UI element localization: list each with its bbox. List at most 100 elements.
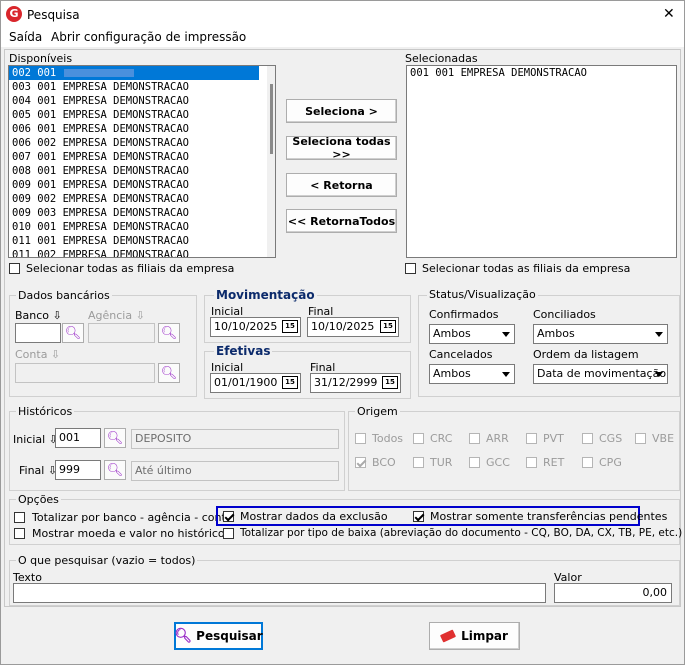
mostrar-transferencias-checkbox[interactable] [413, 511, 424, 522]
disponiveis-todas-filiais-checkbox[interactable] [9, 263, 20, 274]
list-item[interactable]: 005 001 EMPRESA DEMONSTRACAO [9, 108, 275, 122]
list-item[interactable]: 011 001 EMPRESA DEMONSTRACAO [9, 234, 275, 248]
menu-saida[interactable]: Saída [9, 30, 42, 44]
mostrar-exclusao-label: Mostrar dados da exclusão [240, 510, 388, 523]
historico-inicial-label: Inicial ⇩ [13, 433, 58, 446]
list-item[interactable]: 006 002 EMPRESA DEMONSTRACAO [9, 136, 275, 150]
calendar-icon[interactable]: 15 [380, 320, 396, 333]
historico-inicial-code[interactable]: 001 [55, 428, 101, 448]
historico-final-code[interactable]: 999 [55, 460, 101, 480]
origem-vbe-checkbox[interactable] [635, 433, 646, 444]
totalizar-baixa-label: Totalizar por tipo de baixa (abreviação … [240, 527, 683, 539]
redacted-text [64, 69, 135, 77]
chevron-down-icon [502, 332, 510, 337]
pesquisar-button[interactable]: 🔍︎ Pesquisar [174, 622, 263, 650]
origem-cpg-checkbox[interactable] [582, 457, 593, 468]
chevron-down-icon [655, 372, 663, 377]
historico-final-label: Final ⇩ [19, 464, 58, 477]
calendar-icon[interactable]: 15 [382, 376, 398, 389]
list-scrollbar-thumb[interactable] [270, 84, 273, 154]
seleciona-button[interactable]: Seleciona > [286, 99, 397, 123]
chevron-down-icon [655, 332, 663, 337]
agencia-input[interactable] [88, 323, 155, 343]
origem-crc-label: CRC [430, 432, 453, 445]
origem-tur-checkbox[interactable] [413, 457, 424, 468]
seleciona-todas-button[interactable]: Seleciona todas >> [286, 135, 397, 161]
movimentacao-title: Movimentação [214, 288, 317, 302]
mostrar-exclusao-checkbox[interactable] [223, 511, 234, 522]
ordem-label: Ordem da listagem [533, 348, 639, 361]
list-item[interactable]: 006 001 EMPRESA DEMONSTRACAO [9, 122, 275, 136]
origem-crc-checkbox[interactable] [413, 433, 424, 444]
search-icon: 🔍︎ [160, 325, 178, 341]
list-item[interactable]: 011 002 EMPRESA DEMONSTRACAO [9, 248, 275, 257]
list-item[interactable]: 007 001 EMPRESA DEMONSTRACAO [9, 150, 275, 164]
conta-search-button[interactable]: 🔍︎ [158, 363, 180, 383]
list-item[interactable]: 001 001 EMPRESA DEMONSTRACAO [407, 66, 676, 80]
texto-input[interactable] [13, 583, 546, 603]
menu-abrir-configuracao[interactable]: Abrir configuração de impressão [51, 30, 246, 44]
list-item[interactable]: 009 001 EMPRESA DEMONSTRACAO [9, 178, 275, 192]
confirmados-label: Confirmados [429, 308, 499, 321]
confirmados-select[interactable]: Ambos [429, 324, 515, 344]
totalizar-baixa-checkbox[interactable] [223, 528, 234, 539]
conta-label: Conta ⇩ [15, 348, 61, 361]
disponiveis-label: Disponíveis [9, 52, 73, 65]
agencia-label: Agência ⇩ [88, 309, 145, 322]
totalizar-banco-checkbox[interactable] [14, 512, 25, 523]
search-icon: 🔍︎ [106, 462, 124, 478]
historico-inicial-search-button[interactable]: 🔍︎ [104, 428, 126, 448]
list-item[interactable]: 002 001 [9, 66, 259, 80]
list-item[interactable]: 009 002 EMPRESA DEMONSTRACAO [9, 192, 275, 206]
historico-final-search-button[interactable]: 🔍︎ [104, 460, 126, 480]
agencia-search-button[interactable]: 🔍︎ [158, 323, 180, 343]
retorna-button[interactable]: < Retorna [286, 173, 397, 197]
valor-input[interactable]: 0,00 [554, 583, 672, 603]
origem-cgs-label: CGS [599, 432, 623, 445]
list-item[interactable]: 004 001 EMPRESA DEMONSTRACAO [9, 94, 275, 108]
calendar-icon[interactable]: 15 [282, 376, 298, 389]
origem-arr-checkbox[interactable] [469, 433, 480, 444]
historicos-title: Históricos [16, 405, 75, 418]
search-icon: 🔍︎ [64, 325, 82, 341]
conciliados-label: Conciliados [533, 308, 596, 321]
limpar-button[interactable]: Limpar [429, 622, 520, 650]
origem-pvt-checkbox[interactable] [526, 433, 537, 444]
origem-gcc-checkbox[interactable] [469, 457, 480, 468]
eraser-icon [440, 629, 457, 643]
mostrar-transferencias-label: Mostrar somente transferências pendentes [430, 510, 668, 523]
pesquisar-title: O que pesquisar (vazio = todos) [16, 554, 198, 567]
opcoes-title: Opções [16, 493, 61, 506]
cancelados-select[interactable]: Ambos [429, 364, 515, 384]
origem-title: Origem [355, 405, 400, 418]
ordem-select[interactable]: Data de movimentação [533, 364, 668, 384]
origem-bco-checkbox[interactable] [355, 457, 366, 468]
origem-pvt-label: PVT [543, 432, 564, 445]
origem-cpg-label: CPG [599, 456, 622, 469]
banco-search-button[interactable]: 🔍︎ [62, 323, 84, 343]
app-logo-icon: G [6, 6, 22, 22]
origem-ret-checkbox[interactable] [526, 457, 537, 468]
origem-gcc-label: GCC [486, 456, 510, 469]
list-item[interactable]: 008 001 EMPRESA DEMONSTRACAO [9, 164, 275, 178]
origem-cgs-checkbox[interactable] [582, 433, 593, 444]
origem-todos-checkbox[interactable] [355, 433, 366, 444]
close-icon[interactable]: ✕ [663, 6, 675, 22]
calendar-icon[interactable]: 15 [282, 320, 298, 333]
list-item[interactable]: 003 001 EMPRESA DEMONSTRACAO [9, 80, 275, 94]
selecionadas-list[interactable]: 001 001 EMPRESA DEMONSTRACAO [406, 65, 677, 258]
conciliados-select[interactable]: Ambos [533, 324, 668, 344]
origem-ret-label: RET [543, 456, 565, 469]
mostrar-moeda-checkbox[interactable] [14, 528, 25, 539]
origem-todos-label: Todos [372, 432, 404, 445]
origem-vbe-label: VBE [652, 432, 675, 445]
banco-input[interactable] [15, 323, 61, 343]
chevron-down-icon [502, 372, 510, 377]
list-item[interactable]: 009 003 EMPRESA DEMONSTRACAO [9, 206, 275, 220]
disponiveis-list[interactable]: 002 001 003 001 EMPRESA DEMONSTRACAO 004… [8, 65, 276, 258]
retorna-todos-button[interactable]: << RetornaTodos [286, 209, 397, 233]
selecionadas-todas-filiais-checkbox[interactable] [405, 263, 416, 274]
totalizar-banco-label: Totalizar por banco - agência - conta [32, 511, 233, 524]
conta-input[interactable] [15, 363, 155, 383]
list-item[interactable]: 010 001 EMPRESA DEMONSTRACAO [9, 220, 275, 234]
